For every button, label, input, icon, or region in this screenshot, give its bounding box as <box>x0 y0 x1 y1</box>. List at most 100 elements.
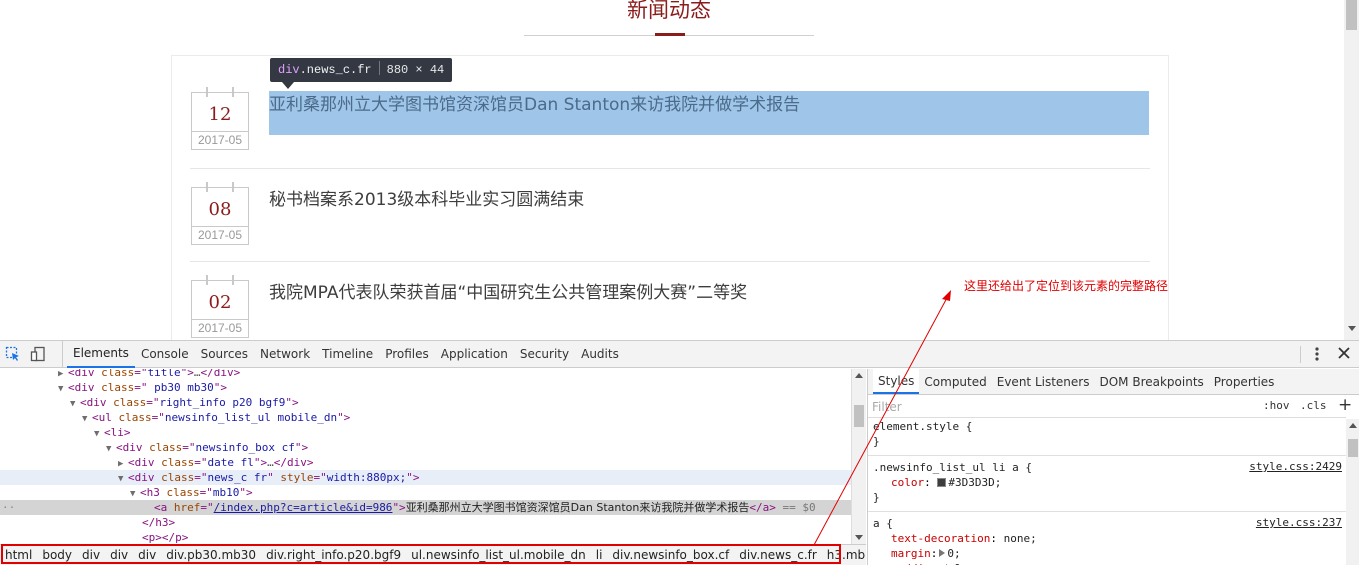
tab-sources[interactable]: Sources <box>195 341 254 368</box>
tab-console[interactable]: Console <box>135 341 195 368</box>
dom-node[interactable]: ▶ <div class="title">…</div> <box>0 369 851 380</box>
tab-event-listeners[interactable]: Event Listeners <box>992 369 1095 394</box>
tab-elements[interactable]: Elements <box>67 341 135 368</box>
css-rules: element.style { } .newsinfo_list_ul li a… <box>868 419 1346 565</box>
device-mode-icon[interactable] <box>30 346 46 362</box>
breadcrumb-item[interactable]: body <box>37 545 77 565</box>
tooltip-arrow <box>282 82 294 89</box>
styles-pane: Styles Computed Event Listeners DOM Brea… <box>867 369 1359 565</box>
expand-triangle-icon[interactable] <box>939 549 946 557</box>
devtools-toolbar: Elements Console Sources Network Timelin… <box>0 341 1359 368</box>
css-source-link[interactable]: style.css:2429 <box>1249 460 1342 473</box>
tab-audits[interactable]: Audits <box>575 341 625 368</box>
devtools-tabs: Elements Console Sources Network Timelin… <box>62 341 625 368</box>
news-title-link[interactable]: 我院MPA代表队荣获首届“中国研究生公共管理案例大赛”二等奖 <box>269 278 747 303</box>
title-accent-bar <box>655 33 685 36</box>
tab-security[interactable]: Security <box>514 341 575 368</box>
dom-tree[interactable]: ▶ <div class="title">…</div> ▼ <div class=… <box>0 369 851 545</box>
close-icon[interactable] <box>1337 341 1351 368</box>
css-rule[interactable]: element.style { } <box>868 419 1346 456</box>
css-declaration[interactable]: margin: 0; <box>873 546 1346 561</box>
styles-filter-row: :hov .cls + <box>868 395 1352 418</box>
scrollbar-thumb[interactable] <box>854 405 864 427</box>
calendar-ring-icon <box>232 182 234 192</box>
breadcrumb-item[interactable]: div <box>77 545 105 565</box>
css-rule[interactable]: .newsinfo_list_ul li a { style.css:2429 … <box>868 456 1346 512</box>
scrollbar-thumb[interactable] <box>1348 439 1358 457</box>
annotation-note: 这里还给出了定位到该元素的完整路径 <box>964 279 1169 293</box>
cursor-select-icon[interactable] <box>5 346 21 362</box>
scroll-down-arrow-icon[interactable] <box>855 535 863 540</box>
news-item[interactable]: 12 2017-05 亚利桑那州立大学图书馆资深馆员Dan Stanton来访我… <box>190 87 1150 168</box>
news-item[interactable]: 08 2017-05 秘书档案系2013级本科毕业实习圆满结束 <box>190 168 1150 248</box>
dom-node[interactable]: ▼ <div class="newsinfo_box cf"> <box>0 440 851 455</box>
breadcrumb-item[interactable]: div.newsinfo_box.cf <box>607 545 734 565</box>
breadcrumb-item[interactable]: div <box>105 545 133 565</box>
breadcrumb-item[interactable]: div.right_info.p20.bgf9 <box>261 545 406 565</box>
calendar-ring-icon <box>206 87 208 97</box>
css-declaration[interactable]: color: #3D3D3D; <box>873 475 1346 490</box>
dom-node[interactable]: ▼ <li> <box>0 425 851 440</box>
tab-timeline[interactable]: Timeline <box>316 341 379 368</box>
breadcrumb-item[interactable]: li <box>591 545 608 565</box>
dom-node[interactable]: <p></p> <box>0 530 851 545</box>
dom-tree-scrollbar[interactable] <box>851 369 866 545</box>
calendar-ring-icon <box>232 87 234 97</box>
color-swatch-icon[interactable] <box>937 478 947 487</box>
cls-toggle[interactable]: .cls <box>1300 399 1327 412</box>
breadcrumb-item[interactable]: h3.mb10 <box>822 545 866 565</box>
tooltip-tag: div <box>278 63 300 77</box>
scroll-up-arrow-icon[interactable] <box>855 373 863 378</box>
tab-styles[interactable]: Styles <box>873 369 920 394</box>
dom-node[interactable]: ▼ <div class="right_info p20 bgf9"> <box>0 395 851 410</box>
dom-href-link[interactable]: /index.php?c=article&id=986 <box>214 501 393 514</box>
tab-network[interactable]: Network <box>254 341 316 368</box>
calendar-ring-icon <box>206 182 208 192</box>
date-year-month: 2017-05 <box>192 226 248 244</box>
tab-properties[interactable]: Properties <box>1209 369 1280 394</box>
dom-node[interactable]: ▼ <ul class="newsinfo_list_ul mobile_dn"> <box>0 410 851 425</box>
css-declaration[interactable]: text-decoration: none; <box>873 531 1346 546</box>
dom-node[interactable]: ▶ <div class="date fl">…</div> <box>0 455 851 470</box>
breadcrumb-item[interactable]: div <box>133 545 161 565</box>
tab-profiles[interactable]: Profiles <box>379 341 435 368</box>
styles-scrollbar[interactable] <box>1346 419 1359 565</box>
news-item[interactable]: 02 2017-05 我院MPA代表队荣获首届“中国研究生公共管理案例大赛”二等… <box>190 261 1150 340</box>
date-year-month: 2017-05 <box>192 131 248 149</box>
tooltip-size: 880 × 44 <box>386 63 445 77</box>
scroll-down-arrow-icon[interactable] <box>1348 326 1356 331</box>
css-declaration[interactable]: padding:0; <box>873 561 1346 565</box>
scrollbar-thumb[interactable] <box>1346 0 1357 30</box>
dom-breadcrumb: html body div div div div.pb30.mb30 div.… <box>0 544 866 565</box>
css-source-link[interactable]: style.css:237 <box>1256 516 1342 529</box>
dom-node[interactable]: ▼ <div class="news_c fr" style="width:880… <box>0 470 851 485</box>
news-title-link[interactable]: 亚利桑那州立大学图书馆资深馆员Dan Stanton来访我院并做学术报告 <box>269 90 800 115</box>
tab-application[interactable]: Application <box>435 341 514 368</box>
page-scrollbar[interactable] <box>1344 0 1359 340</box>
news-title-link[interactable]: 秘书档案系2013级本科毕业实习圆满结束 <box>269 185 584 210</box>
add-rule-icon[interactable]: + <box>1338 395 1352 415</box>
dom-node[interactable]: </h3> <box>0 515 851 530</box>
date-badge: 12 2017-05 <box>191 87 249 150</box>
hov-toggle[interactable]: :hov <box>1263 399 1290 412</box>
scroll-up-arrow-icon[interactable] <box>1349 423 1357 428</box>
date-badge: 02 2017-05 <box>191 275 249 338</box>
dom-node-selected[interactable]: ·· <a href="/index.php?c=article&id=986">… <box>0 500 851 515</box>
styles-tabs: Styles Computed Event Listeners DOM Brea… <box>868 369 1359 395</box>
breadcrumb-item[interactable]: ul.newsinfo_list_ul.mobile_dn <box>406 545 591 565</box>
date-day: 02 <box>208 292 232 313</box>
date-badge: 08 2017-05 <box>191 182 249 245</box>
date-day: 12 <box>208 104 232 125</box>
breadcrumb-item[interactable]: div.news_c.fr <box>734 545 822 565</box>
tab-dom-breakpoints[interactable]: DOM Breakpoints <box>1094 369 1208 394</box>
tooltip-classes: .news_c.fr <box>299 63 372 77</box>
tab-computed[interactable]: Computed <box>919 369 991 394</box>
breadcrumb-item[interactable]: div.pb30.mb30 <box>161 545 261 565</box>
calendar-ring-icon <box>206 275 208 285</box>
breadcrumb-item[interactable]: html <box>0 545 37 565</box>
styles-filter-input[interactable] <box>872 398 1252 416</box>
dom-node[interactable]: ▼ <div class=" pb30 mb30"> <box>0 380 851 395</box>
css-rule[interactable]: a { style.css:237 text-decoration: none;… <box>868 512 1346 565</box>
more-vert-icon[interactable] <box>1311 341 1323 368</box>
dom-node[interactable]: ▼ <h3 class="mb10"> <box>0 485 851 500</box>
